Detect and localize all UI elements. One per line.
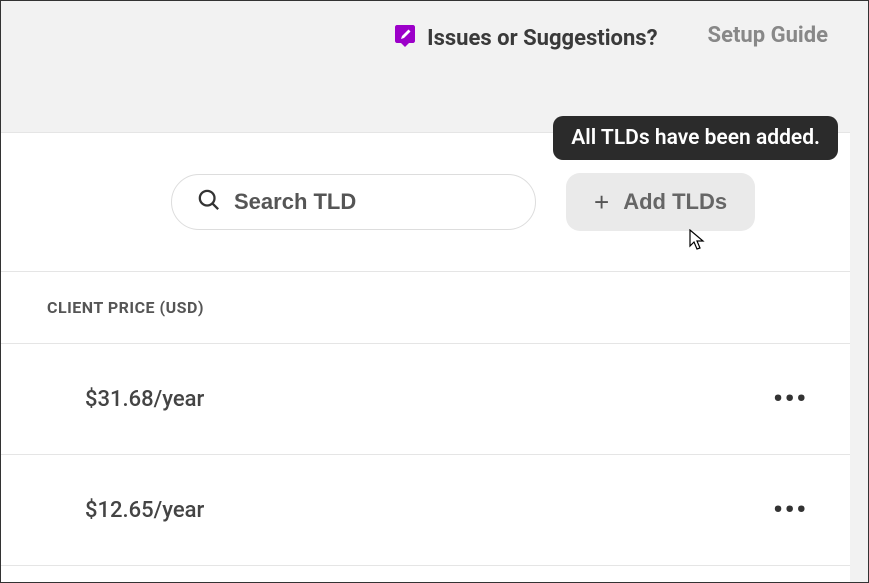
table-header: CLIENT PRICE (USD) [1, 271, 868, 344]
search-icon [198, 189, 220, 215]
tooltip: All TLDs have been added. [553, 116, 838, 160]
add-tlds-button[interactable]: + Add TLDs [566, 173, 755, 231]
issues-suggestions-link[interactable]: Issues or Suggestions? [393, 23, 657, 53]
search-input[interactable] [234, 189, 509, 215]
more-options-icon[interactable]: ••• [773, 384, 808, 414]
header-bar: Issues or Suggestions? Setup Guide [1, 1, 868, 133]
price-cell: $31.68/year [85, 387, 204, 412]
feedback-icon [393, 23, 417, 53]
add-tlds-label: Add TLDs [623, 189, 727, 215]
table-row: $12.65/year ••• [1, 455, 868, 566]
setup-guide-link[interactable]: Setup Guide [708, 23, 828, 48]
more-options-icon[interactable]: ••• [773, 495, 808, 525]
scrollbar[interactable] [850, 1, 868, 582]
table-row: $31.68/year ••• [1, 344, 868, 455]
price-cell: $12.65/year [85, 498, 204, 523]
plus-icon: + [594, 189, 609, 215]
search-input-wrap[interactable] [171, 174, 536, 230]
issues-label: Issues or Suggestions? [427, 26, 657, 51]
